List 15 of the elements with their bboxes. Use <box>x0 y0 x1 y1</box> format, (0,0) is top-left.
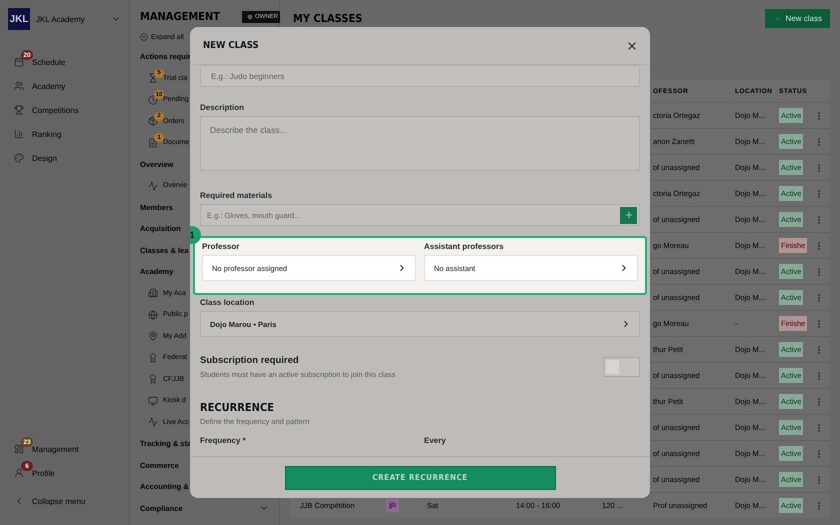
page-title: MY CLASSES <box>292 12 362 24</box>
section-title: MANAGEMENT <box>140 10 220 23</box>
field-label: Assistant professors <box>424 242 505 251</box>
dialog-title: NEW CLASS <box>203 40 259 51</box>
academy-logo: JKL <box>8 8 30 30</box>
field-label: Frequency * <box>200 436 247 445</box>
field-label: Professor <box>202 242 240 251</box>
step-badge: 1 <box>190 226 201 244</box>
field-label: Every <box>424 436 447 445</box>
field-label: Required materials <box>200 191 274 200</box>
section-title: RECURRENCE <box>200 401 275 414</box>
setting-title: Subscription required <box>200 355 300 366</box>
academy-name: JKL Academy <box>36 14 86 24</box>
field-label: Description <box>200 103 246 112</box>
field-label: Class location <box>200 298 256 307</box>
